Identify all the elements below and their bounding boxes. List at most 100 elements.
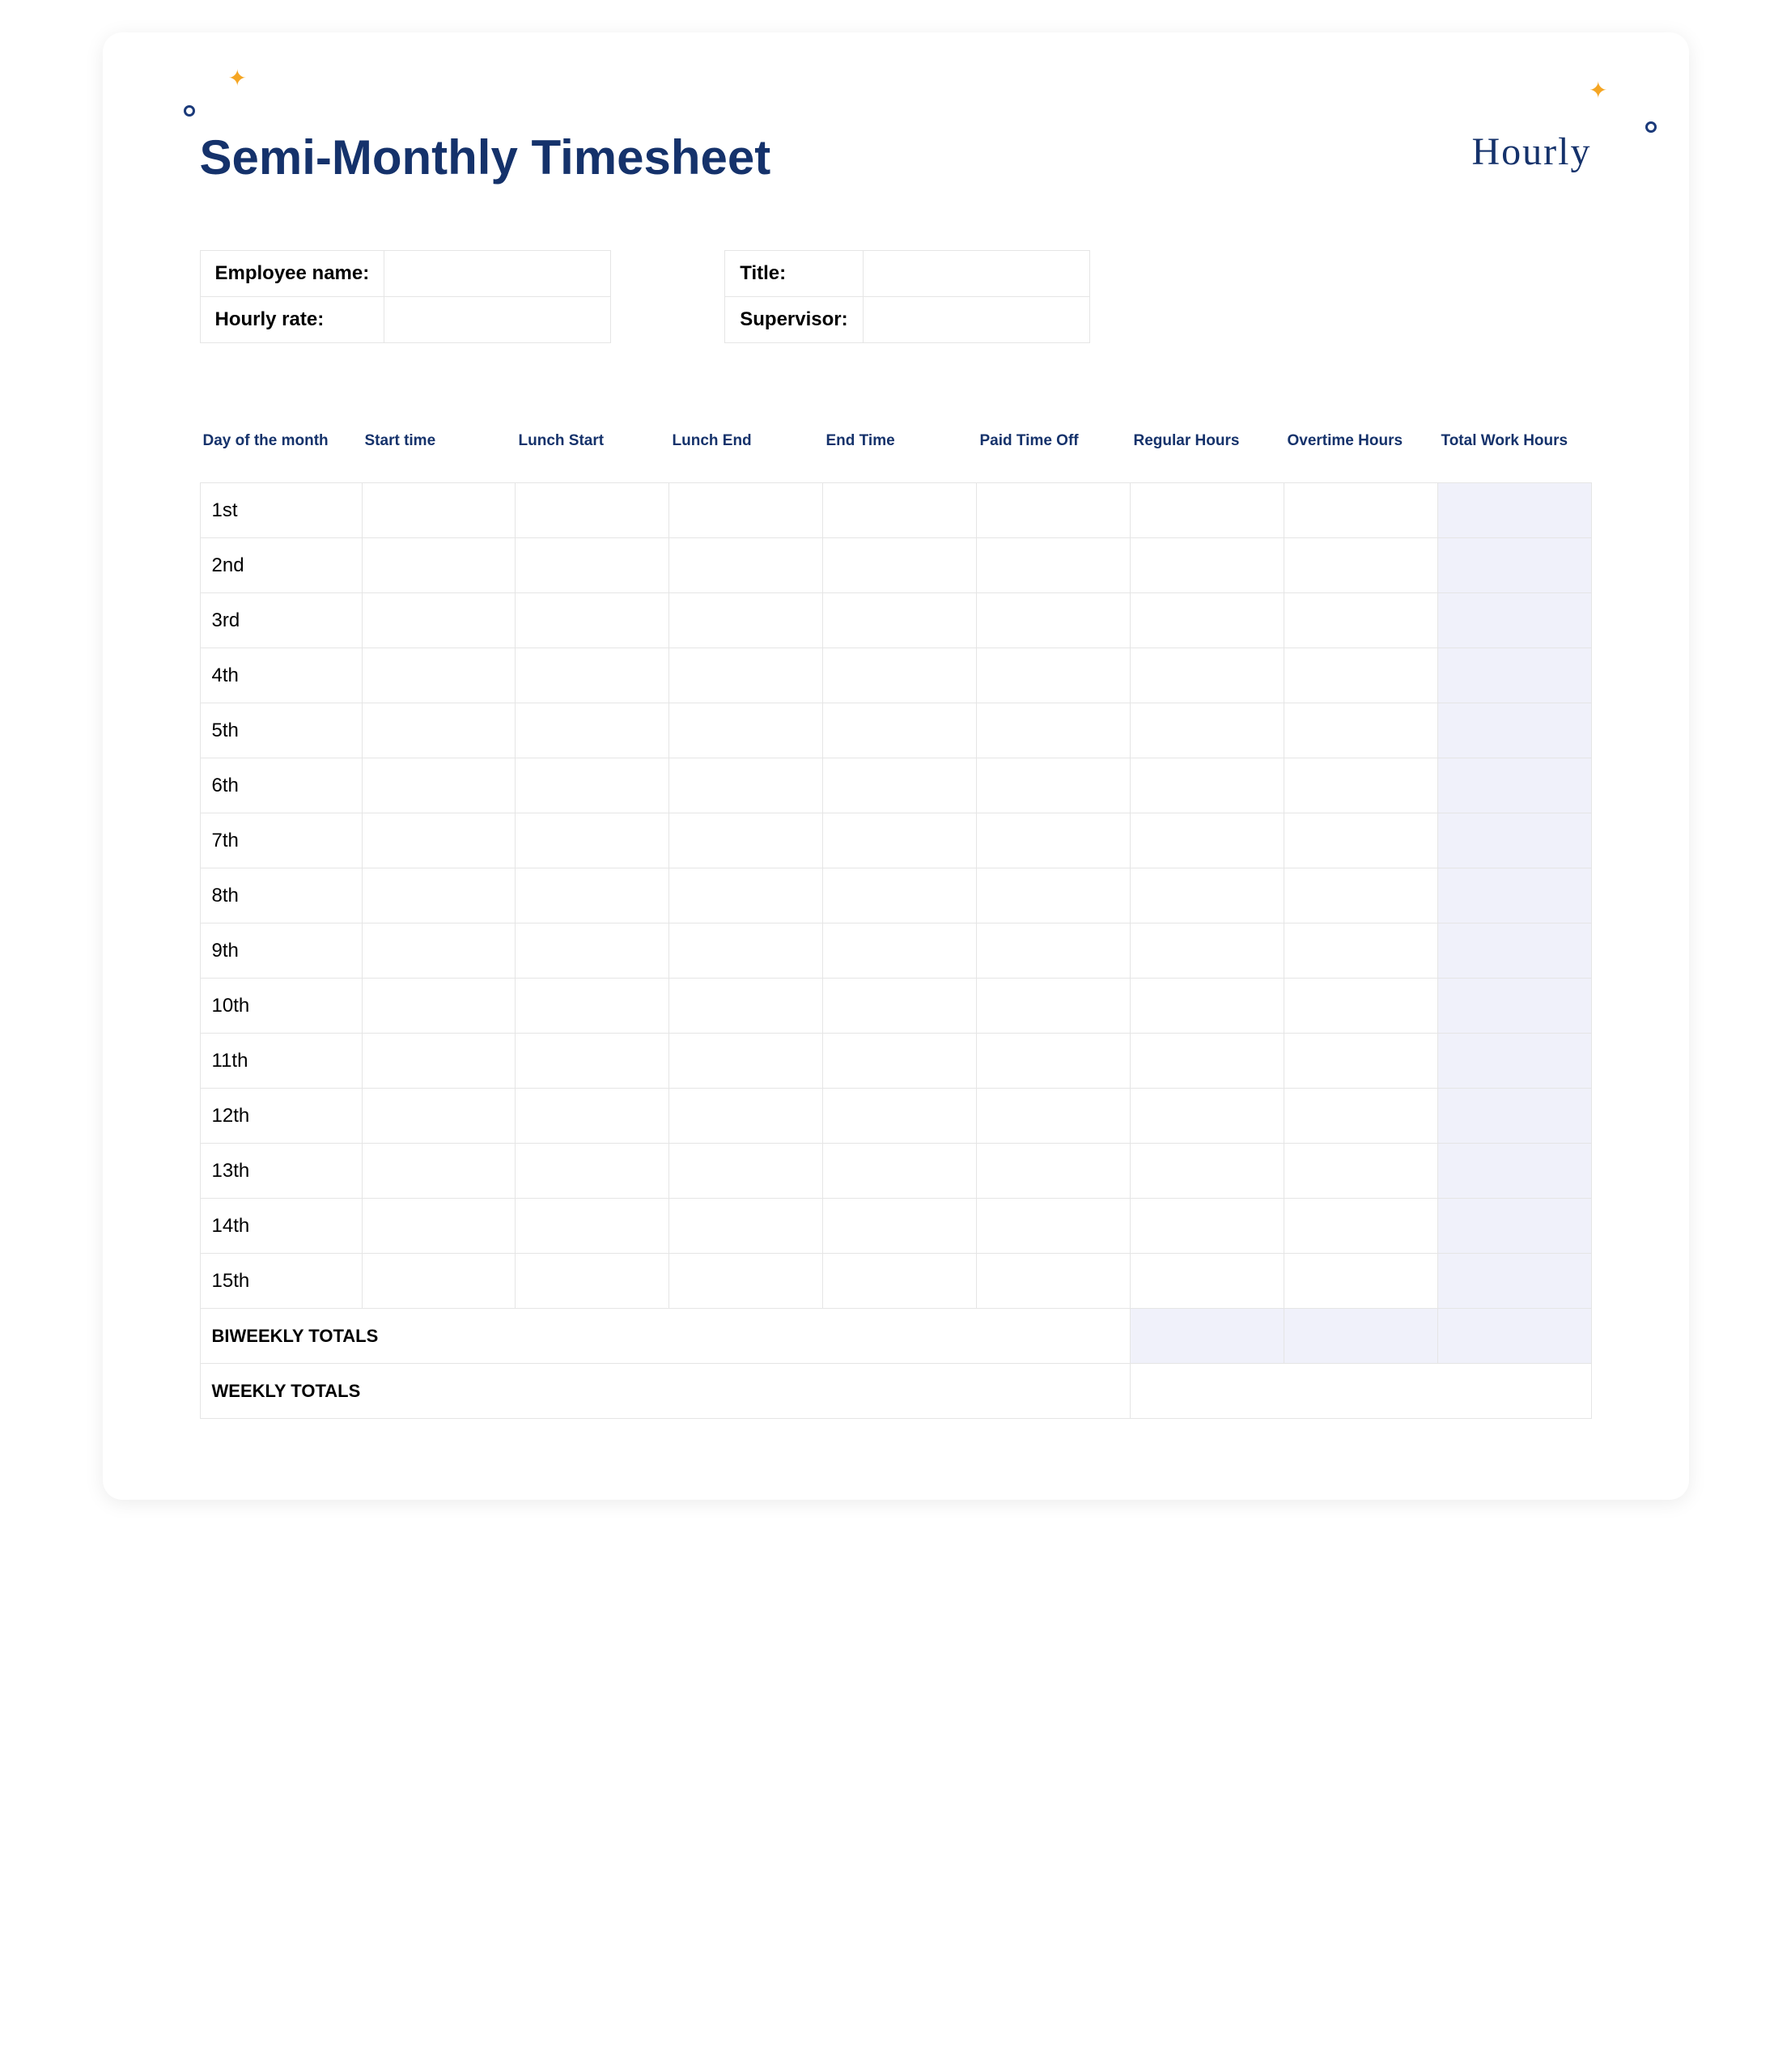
lunch-start-cell[interactable] <box>516 979 669 1034</box>
lunch-end-cell[interactable] <box>669 1089 823 1144</box>
ot-cell[interactable] <box>1284 1089 1437 1144</box>
pto-cell[interactable] <box>977 483 1131 538</box>
lunch-end-cell[interactable] <box>669 1199 823 1254</box>
reg-cell[interactable] <box>1130 483 1284 538</box>
lunch-start-cell[interactable] <box>516 1034 669 1089</box>
pto-cell[interactable] <box>977 1034 1131 1089</box>
ot-cell[interactable] <box>1284 813 1437 868</box>
start-cell[interactable] <box>362 813 516 868</box>
ot-cell[interactable] <box>1284 1254 1437 1309</box>
pto-cell[interactable] <box>977 923 1131 979</box>
lunch-start-cell[interactable] <box>516 813 669 868</box>
end-cell[interactable] <box>823 703 977 758</box>
start-cell[interactable] <box>362 703 516 758</box>
start-cell[interactable] <box>362 1254 516 1309</box>
pto-cell[interactable] <box>977 1089 1131 1144</box>
reg-cell[interactable] <box>1130 593 1284 648</box>
reg-cell[interactable] <box>1130 1089 1284 1144</box>
reg-cell[interactable] <box>1130 538 1284 593</box>
end-cell[interactable] <box>823 868 977 923</box>
pto-cell[interactable] <box>977 1144 1131 1199</box>
pto-cell[interactable] <box>977 868 1131 923</box>
reg-cell[interactable] <box>1130 758 1284 813</box>
supervisor-field[interactable] <box>863 297 1089 343</box>
ot-cell[interactable] <box>1284 703 1437 758</box>
lunch-end-cell[interactable] <box>669 923 823 979</box>
ot-cell[interactable] <box>1284 483 1437 538</box>
reg-cell[interactable] <box>1130 1144 1284 1199</box>
reg-cell[interactable] <box>1130 923 1284 979</box>
employee-name-field[interactable] <box>384 251 611 297</box>
lunch-start-cell[interactable] <box>516 758 669 813</box>
lunch-end-cell[interactable] <box>669 1254 823 1309</box>
hourly-rate-field[interactable] <box>384 297 611 343</box>
lunch-start-cell[interactable] <box>516 1199 669 1254</box>
ot-cell[interactable] <box>1284 923 1437 979</box>
pto-cell[interactable] <box>977 813 1131 868</box>
reg-cell[interactable] <box>1130 813 1284 868</box>
start-cell[interactable] <box>362 1199 516 1254</box>
reg-cell[interactable] <box>1130 703 1284 758</box>
lunch-end-cell[interactable] <box>669 1144 823 1199</box>
lunch-end-cell[interactable] <box>669 758 823 813</box>
lunch-end-cell[interactable] <box>669 979 823 1034</box>
end-cell[interactable] <box>823 758 977 813</box>
pto-cell[interactable] <box>977 979 1131 1034</box>
lunch-start-cell[interactable] <box>516 483 669 538</box>
start-cell[interactable] <box>362 538 516 593</box>
pto-cell[interactable] <box>977 593 1131 648</box>
end-cell[interactable] <box>823 1034 977 1089</box>
start-cell[interactable] <box>362 1144 516 1199</box>
ot-cell[interactable] <box>1284 648 1437 703</box>
ot-cell[interactable] <box>1284 1034 1437 1089</box>
lunch-end-cell[interactable] <box>669 1034 823 1089</box>
start-cell[interactable] <box>362 979 516 1034</box>
end-cell[interactable] <box>823 1144 977 1199</box>
start-cell[interactable] <box>362 1034 516 1089</box>
lunch-start-cell[interactable] <box>516 538 669 593</box>
end-cell[interactable] <box>823 923 977 979</box>
end-cell[interactable] <box>823 538 977 593</box>
start-cell[interactable] <box>362 1089 516 1144</box>
lunch-start-cell[interactable] <box>516 1144 669 1199</box>
end-cell[interactable] <box>823 979 977 1034</box>
lunch-end-cell[interactable] <box>669 813 823 868</box>
start-cell[interactable] <box>362 593 516 648</box>
start-cell[interactable] <box>362 758 516 813</box>
ot-cell[interactable] <box>1284 758 1437 813</box>
end-cell[interactable] <box>823 1199 977 1254</box>
lunch-end-cell[interactable] <box>669 648 823 703</box>
lunch-start-cell[interactable] <box>516 1254 669 1309</box>
start-cell[interactable] <box>362 923 516 979</box>
reg-cell[interactable] <box>1130 1199 1284 1254</box>
lunch-end-cell[interactable] <box>669 703 823 758</box>
pto-cell[interactable] <box>977 758 1131 813</box>
lunch-start-cell[interactable] <box>516 923 669 979</box>
ot-cell[interactable] <box>1284 868 1437 923</box>
ot-cell[interactable] <box>1284 538 1437 593</box>
ot-cell[interactable] <box>1284 979 1437 1034</box>
end-cell[interactable] <box>823 593 977 648</box>
end-cell[interactable] <box>823 483 977 538</box>
ot-cell[interactable] <box>1284 1144 1437 1199</box>
ot-cell[interactable] <box>1284 593 1437 648</box>
lunch-start-cell[interactable] <box>516 1089 669 1144</box>
end-cell[interactable] <box>823 813 977 868</box>
lunch-start-cell[interactable] <box>516 593 669 648</box>
pto-cell[interactable] <box>977 648 1131 703</box>
end-cell[interactable] <box>823 1089 977 1144</box>
end-cell[interactable] <box>823 1254 977 1309</box>
reg-cell[interactable] <box>1130 648 1284 703</box>
lunch-end-cell[interactable] <box>669 483 823 538</box>
start-cell[interactable] <box>362 868 516 923</box>
pto-cell[interactable] <box>977 703 1131 758</box>
title-field[interactable] <box>863 251 1089 297</box>
pto-cell[interactable] <box>977 1199 1131 1254</box>
reg-cell[interactable] <box>1130 1254 1284 1309</box>
pto-cell[interactable] <box>977 538 1131 593</box>
lunch-start-cell[interactable] <box>516 648 669 703</box>
lunch-end-cell[interactable] <box>669 868 823 923</box>
ot-cell[interactable] <box>1284 1199 1437 1254</box>
lunch-end-cell[interactable] <box>669 538 823 593</box>
reg-cell[interactable] <box>1130 979 1284 1034</box>
